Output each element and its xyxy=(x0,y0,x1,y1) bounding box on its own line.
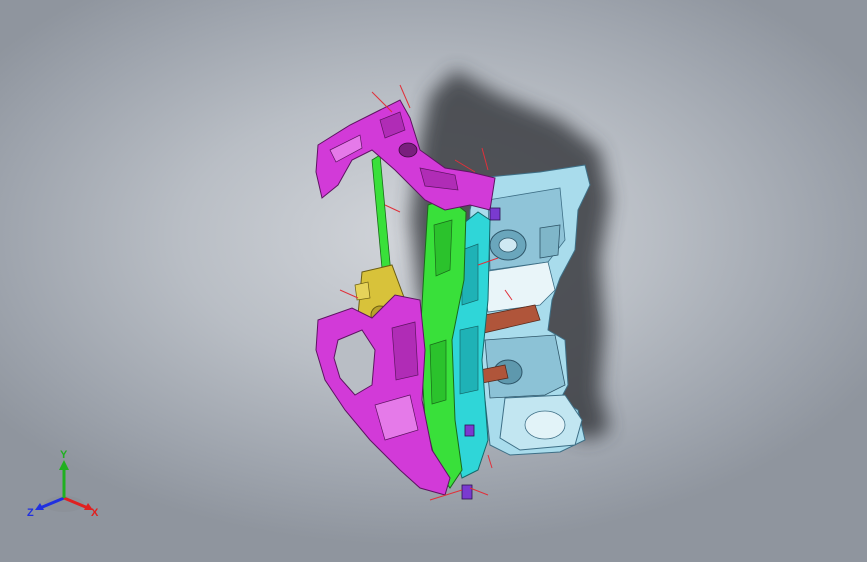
cad-graphics-viewport[interactable]: Y X Z xyxy=(0,0,867,562)
3d-assembly-model[interactable] xyxy=(0,0,867,562)
orientation-triad[interactable]: Y X Z xyxy=(22,448,108,524)
z-axis-label: Z xyxy=(27,507,34,519)
y-axis-arrow xyxy=(59,460,69,470)
x-axis-label: X xyxy=(91,507,99,519)
y-axis-label: Y xyxy=(60,449,68,461)
